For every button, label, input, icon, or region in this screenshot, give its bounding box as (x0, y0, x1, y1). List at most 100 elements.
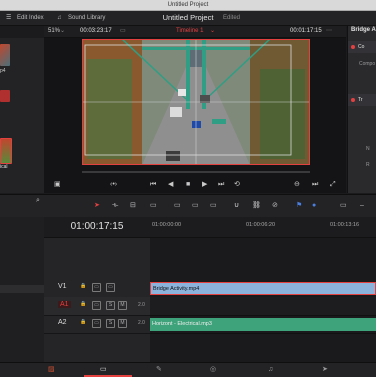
audio-clip[interactable]: Horizont - Electrical.mp3 (150, 318, 376, 331)
ruler-tick-label: 01:00:06:20 (246, 222, 276, 228)
video-frame[interactable] (82, 39, 310, 165)
place-on-top-icon[interactable]: ▭ (210, 201, 217, 211)
play-reverse-icon[interactable]: ◀ (168, 178, 173, 192)
track-header-a2[interactable]: A2 🔒 ▭ S M 2.0 (44, 315, 150, 334)
go-to-end-icon[interactable]: ⏭ (218, 178, 224, 192)
section-enable-icon-2[interactable] (351, 98, 355, 102)
lock-icon[interactable]: 🔒 (80, 283, 87, 290)
edited-status: Edited (223, 15, 241, 21)
flag-icon[interactable]: ⚑ (296, 201, 302, 211)
media-clip-label-2: ical (0, 164, 8, 170)
sidebar-selected-row[interactable] (0, 285, 44, 293)
fairlight-page-icon[interactable]: ♫ (268, 365, 273, 375)
enable-track-icon[interactable]: ▭ (106, 283, 115, 292)
inspector-label-n: N (366, 146, 370, 152)
ruler-tick-label: 01:00:13:16 (330, 222, 360, 228)
window-title: Untitled Project (167, 2, 209, 8)
track-level: 2.0 (138, 320, 145, 326)
timeline-sidebar (0, 217, 45, 362)
media-pool: p4 ical (0, 38, 45, 193)
media-clip-label: p4 (0, 68, 6, 74)
transport-controls: ▣ ‹•› ⏮ ◀ ■ ▶ ⏭ ⟲ ⊖ ⏭ ⤢ (44, 177, 346, 193)
track-lane-a1[interactable] (150, 297, 376, 316)
zoom-icon[interactable]: ▭ (340, 201, 347, 211)
search-icon[interactable]: ⌕ (36, 196, 40, 206)
trim-tool-icon[interactable]: ⟛ (112, 201, 118, 211)
mute-button[interactable]: M (118, 301, 127, 310)
play-icon[interactable]: ▶ (202, 178, 207, 192)
track-name: A2 (58, 319, 67, 326)
cut-page-icon[interactable]: ▭ (100, 365, 107, 375)
media-thumbnail[interactable] (0, 44, 10, 66)
selection-tool-icon[interactable]: ➤ (94, 201, 100, 211)
section-enable-icon[interactable] (351, 45, 355, 49)
chevron-down-icon[interactable]: ⌄ (60, 26, 65, 37)
stop-icon[interactable]: ■ (186, 178, 190, 192)
fullscreen-icon[interactable]: ⤢ (330, 178, 336, 192)
timeline-chevron-icon[interactable]: ⌄ (210, 26, 215, 37)
source-timecode: 00:03:23:17 (80, 28, 112, 34)
blade-tool-icon[interactable]: ⊟ (130, 201, 136, 211)
inspector-label-r: R (366, 162, 370, 168)
next-edit-icon[interactable]: ⏭ (312, 178, 318, 192)
top-toolbar: ☰ Edit Index ♫ Sound Library Untitled Pr… (0, 11, 376, 26)
media-thumbnail-2[interactable] (0, 90, 10, 102)
edit-page-icon[interactable]: ✎ (156, 365, 162, 375)
bridge-video-image (82, 39, 310, 165)
viewer-header: 51% ⌄ 00:03:23:17 ▭ Timeline 1 ⌄ 00:01:1… (44, 26, 346, 38)
track-lane-v1[interactable]: Bridge Activity.mp4 (150, 279, 376, 298)
insert-clip-icon[interactable]: ▭ (150, 201, 157, 211)
solo-button[interactable]: S (106, 319, 115, 328)
track-header-v1[interactable]: V1 🔒 ▭ ▭ (44, 279, 150, 298)
timeline-timecode[interactable]: 01:00:17:15 (44, 221, 150, 232)
inspector-panel: Bridge A Co Compo Tr N R (347, 26, 376, 193)
inspector-section-composite[interactable]: Co (348, 41, 376, 53)
viewer-scrub-bar[interactable] (82, 171, 310, 173)
section-label-transition: Tr (358, 97, 363, 103)
inspector-section-transition[interactable]: Tr (348, 94, 376, 106)
auto-select-icon[interactable]: ▭ (92, 319, 101, 328)
media-thumbnail-selected[interactable] (0, 138, 12, 164)
jog-control-icon[interactable]: ‹•› (110, 178, 117, 192)
linked-selection-icon[interactable]: ⛓ (252, 201, 261, 211)
track-level: 2.0 (138, 302, 145, 308)
match-frame-icon[interactable]: ⊖ (294, 178, 300, 192)
position-lock-icon[interactable]: ⊘ (272, 201, 278, 211)
go-to-start-icon[interactable]: ⏮ (150, 178, 156, 192)
window-title-bar: Untitled Project (0, 0, 376, 11)
video-clip[interactable]: Bridge Activity.mp4 (150, 282, 376, 295)
page-navigation-bar: ▨ ▭ ✎ ◎ ♫ ➤ (0, 362, 376, 377)
view-options-icon[interactable]: ▣ (54, 178, 61, 192)
deliver-page-icon[interactable]: ➤ (322, 365, 328, 375)
inspector-clip-title: Bridge A (351, 27, 376, 33)
solo-button[interactable]: S (106, 301, 115, 310)
auto-select-icon[interactable]: ▭ (92, 283, 101, 292)
timeline-tracks[interactable]: Bridge Activity.mp4 Horizont - Electrica… (150, 238, 376, 362)
media-page-icon[interactable]: ▨ (48, 365, 55, 375)
timeline-timecode-box: 01:00:17:15 (44, 217, 150, 238)
ruler-tick-label: 01:00:00:00 (152, 222, 182, 228)
timeline-selector[interactable]: Timeline 1 (176, 26, 203, 37)
composite-mode-label: Compo (359, 61, 376, 67)
zoom-dropdown[interactable]: 51% (48, 26, 60, 37)
source-menu-icon[interactable]: ▭ (120, 26, 126, 37)
mute-button[interactable]: M (118, 319, 127, 328)
project-title: Untitled Project (162, 13, 214, 22)
track-header-a1[interactable]: A1 🔒 ▭ S M 2.0 (44, 297, 150, 316)
fusion-page-icon[interactable]: ◎ (210, 365, 216, 375)
section-label-composite: Co (358, 44, 365, 50)
track-name: V1 (58, 283, 67, 290)
track-name: A1 (58, 301, 71, 308)
replace-clip-icon[interactable]: ▭ (192, 201, 199, 211)
lock-icon[interactable]: 🔒 (80, 319, 87, 326)
zoom-out-icon[interactable]: – (360, 201, 364, 211)
loop-icon[interactable]: ⟲ (234, 178, 240, 192)
track-lane-a2[interactable]: Horizont - Electrical.mp3 (150, 315, 376, 334)
marker-icon[interactable]: ● (312, 201, 316, 211)
snapping-icon[interactable]: ∪ (234, 201, 239, 211)
viewer-options-icon[interactable]: ⋯ (326, 26, 332, 37)
overwrite-clip-icon[interactable]: ▭ (174, 201, 181, 211)
timeline-ruler[interactable]: 01:00:00:00 01:00:06:20 01:00:13:16 (150, 217, 376, 238)
lock-icon[interactable]: 🔒 (80, 301, 87, 308)
auto-select-icon[interactable]: ▭ (92, 301, 101, 310)
